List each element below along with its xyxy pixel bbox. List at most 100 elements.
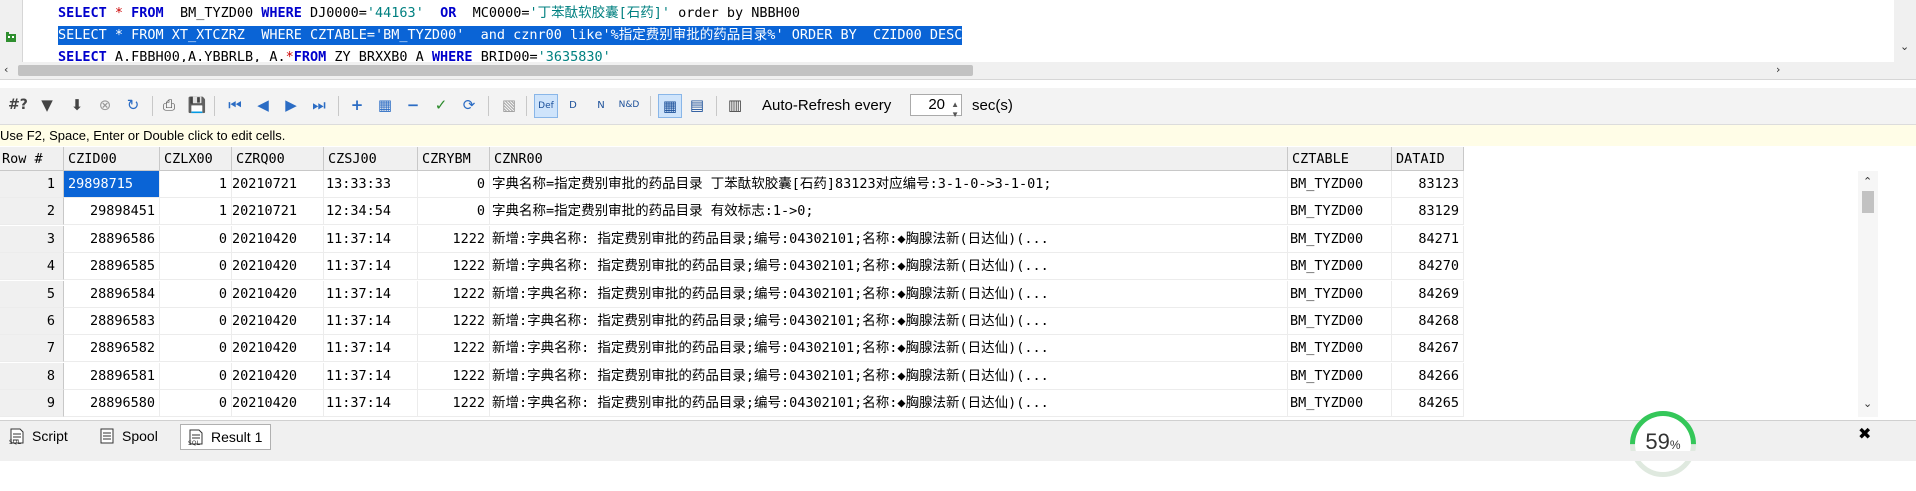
post-edit-icon[interactable]: ✓ xyxy=(430,94,452,116)
scroll-up-icon[interactable]: ⌃ xyxy=(1863,175,1872,188)
table-cell[interactable]: 1222 xyxy=(418,308,490,335)
auto-refresh-interval-value[interactable]: 20 xyxy=(928,96,945,113)
scroll-down-icon[interactable]: ⌄ xyxy=(1900,40,1909,53)
table-cell[interactable]: 1222 xyxy=(418,362,490,390)
table-cell[interactable]: 新增:字典名称: 指定费别审批的药品目录;编号:04302101;名称:◆胸腺法… xyxy=(490,280,1288,308)
table-cell[interactable]: 12:34:54 xyxy=(324,198,418,226)
editor-vertical-scrollbar[interactable]: ⌄ xyxy=(1894,0,1916,62)
table-cell[interactable]: 1 xyxy=(160,198,232,226)
table-cell[interactable]: 20210420 xyxy=(232,308,324,335)
table-cell[interactable]: 1 xyxy=(160,171,232,198)
table-cell[interactable]: 11:37:14 xyxy=(324,308,418,335)
table-cell[interactable]: BM_TYZD00 xyxy=(1288,390,1392,418)
table-cell[interactable]: 28896585 xyxy=(64,253,160,281)
clear-filter-icon[interactable]: ⬇ xyxy=(66,94,88,116)
table-row[interactable]: 4 28896585 0 20210420 11:37:14 1222 新增:字典名称: 指… xyxy=(0,253,1464,281)
show-new-deleted-icon[interactable]: N&D xyxy=(618,94,640,116)
grid-options-icon[interactable]: ▧ xyxy=(498,94,520,116)
table-cell[interactable]: BM_TYZD00 xyxy=(1288,335,1392,363)
column-header[interactable]: CZRYBM xyxy=(418,147,490,171)
table-row[interactable]: 7 28896582 0 20210420 11:37:14 1222 新增:字典名称: 指… xyxy=(0,335,1464,363)
table-cell[interactable]: 新增:字典名称: 指定费别审批的药品目录;编号:04302101;名称:◆胸腺法… xyxy=(490,225,1288,253)
scrollbar-thumb[interactable] xyxy=(18,65,973,76)
query-by-example-icon[interactable]: #? xyxy=(4,94,32,116)
last-record-icon[interactable]: ⏭ xyxy=(308,94,330,116)
row-number[interactable]: 3 xyxy=(0,225,64,253)
sql-line-selected[interactable]: SELECT * FROM XT_XTCZRZ WHERE CZTABLE='B… xyxy=(58,26,963,45)
table-cell[interactable]: 0 xyxy=(160,225,232,253)
table-cell[interactable]: 28896582 xyxy=(64,335,160,363)
column-header[interactable]: CZSJ00 xyxy=(324,147,418,171)
table-cell[interactable]: 20210721 xyxy=(232,198,324,226)
table-cell[interactable]: 0 xyxy=(160,362,232,390)
row-number[interactable]: 8 xyxy=(0,362,64,390)
table-cell[interactable]: 84269 xyxy=(1392,280,1464,308)
table-cell[interactable]: 1222 xyxy=(418,390,490,418)
single-record-view-icon[interactable]: ▤ xyxy=(686,94,708,116)
table-cell[interactable]: 0 xyxy=(160,390,232,418)
delete-record-icon[interactable]: − xyxy=(402,94,424,116)
table-cell[interactable]: 84265 xyxy=(1392,390,1464,418)
column-header[interactable]: CZNR00 xyxy=(490,147,1288,171)
table-cell[interactable]: 0 xyxy=(160,335,232,363)
table-cell[interactable]: 11:37:14 xyxy=(324,390,418,418)
default-view-icon[interactable]: Def xyxy=(534,94,558,118)
spin-down-icon[interactable]: ▼ xyxy=(951,105,959,125)
scrollbar-thumb[interactable] xyxy=(1862,191,1874,213)
table-cell[interactable]: 1222 xyxy=(418,225,490,253)
table-row[interactable]: 9 28896580 0 20210420 11:37:14 1222 新增:字典名称: 指… xyxy=(0,390,1464,418)
scroll-right-icon[interactable]: › xyxy=(1776,63,1780,76)
table-cell[interactable]: 新增:字典名称: 指定费别审批的药品目录;编号:04302101;名称:◆胸腺法… xyxy=(490,308,1288,335)
next-record-icon[interactable]: ▶ xyxy=(280,94,302,116)
insert-multiple-icon[interactable]: ▦ xyxy=(374,94,396,116)
table-row[interactable]: 8 28896581 0 20210420 11:37:14 1222 新增:字典名称: 指… xyxy=(0,362,1464,390)
sql-line[interactable]: SELECT * FROM BM_TYZD00 WHERE DJ0000='44… xyxy=(58,4,800,23)
table-cell[interactable]: 新增:字典名称: 指定费别审批的药品目录;编号:04302101;名称:◆胸腺法… xyxy=(490,390,1288,418)
table-cell[interactable]: 84270 xyxy=(1392,253,1464,281)
row-number[interactable]: 2 xyxy=(0,198,64,226)
scroll-left-icon[interactable]: ‹ xyxy=(4,63,8,76)
table-cell[interactable]: 11:37:14 xyxy=(324,362,418,390)
table-cell[interactable]: BM_TYZD00 xyxy=(1288,362,1392,390)
table-cell[interactable]: 11:37:14 xyxy=(324,335,418,363)
insert-record-icon[interactable]: + xyxy=(346,94,368,116)
table-cell[interactable]: 1222 xyxy=(418,335,490,363)
table-cell[interactable]: 1222 xyxy=(418,280,490,308)
table-cell[interactable]: 29898715 xyxy=(64,171,160,198)
row-number[interactable]: 7 xyxy=(0,335,64,363)
table-cell[interactable]: 84267 xyxy=(1392,335,1464,363)
save-icon[interactable]: 💾 xyxy=(186,94,208,116)
table-row[interactable]: 3 28896586 0 20210420 11:37:14 1222 新增:字典名称: 指… xyxy=(0,225,1464,253)
table-cell[interactable]: 11:37:14 xyxy=(324,253,418,281)
table-cell[interactable]: 0 xyxy=(418,171,490,198)
table-cell[interactable]: 83123 xyxy=(1392,171,1464,198)
show-new-icon[interactable]: N xyxy=(590,94,612,116)
table-cell[interactable]: 字典名称=指定费别审批的药品目录 丁苯酞软胶囊[石药]83123对应编号:3-1… xyxy=(490,171,1288,198)
grid-view-icon[interactable]: ▦ xyxy=(658,94,682,118)
filter-icon[interactable]: ▼ xyxy=(36,94,58,116)
table-cell[interactable]: 83129 xyxy=(1392,198,1464,226)
editor-horizontal-scrollbar[interactable]: ‹ › xyxy=(0,62,1916,80)
grid-vertical-scrollbar[interactable]: ⌃ ⌄ xyxy=(1858,171,1878,417)
print-icon[interactable]: ⎙ xyxy=(158,94,180,116)
column-header[interactable]: CZRQ00 xyxy=(232,147,324,171)
row-number[interactable]: 4 xyxy=(0,253,64,281)
row-number[interactable]: 5 xyxy=(0,280,64,308)
table-cell[interactable]: 11:37:14 xyxy=(324,280,418,308)
column-header[interactable]: DATAID xyxy=(1392,147,1464,171)
table-cell[interactable]: 28896580 xyxy=(64,390,160,418)
tab-spool[interactable]: Spool xyxy=(92,424,166,448)
table-cell[interactable]: 字典名称=指定费别审批的药品目录 有效标志:1->0; xyxy=(490,198,1288,226)
table-cell[interactable]: 新增:字典名称: 指定费别审批的药品目录;编号:04302101;名称:◆胸腺法… xyxy=(490,253,1288,281)
cancel-edit-icon[interactable]: ⟳ xyxy=(458,94,480,116)
row-number[interactable]: 9 xyxy=(0,390,64,418)
refresh-icon[interactable]: ↻ xyxy=(122,94,144,116)
tab-result-1[interactable]: SQL Result 1 xyxy=(180,424,272,450)
table-cell[interactable]: 20210420 xyxy=(232,335,324,363)
cancel-icon[interactable]: ⊗ xyxy=(94,94,116,116)
table-cell[interactable]: 84268 xyxy=(1392,308,1464,335)
table-cell[interactable]: 28896586 xyxy=(64,225,160,253)
close-icon[interactable]: ✖ xyxy=(1858,424,1871,443)
table-cell[interactable]: 20210721 xyxy=(232,171,324,198)
column-header[interactable]: CZLX00 xyxy=(160,147,232,171)
